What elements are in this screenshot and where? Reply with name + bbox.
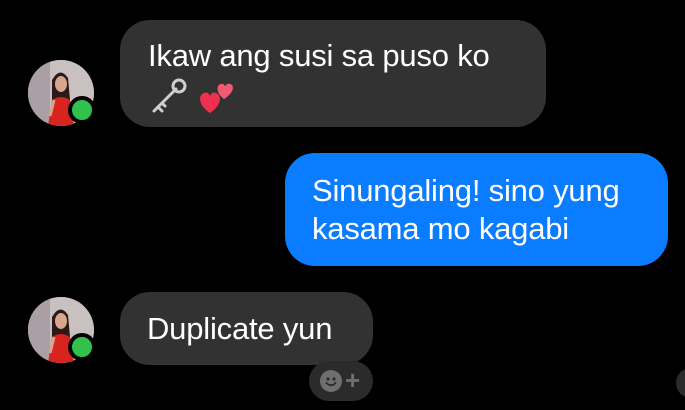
old-key-icon	[152, 78, 187, 113]
two-hearts-icon	[200, 83, 234, 113]
scroll-down-button[interactable]	[676, 368, 685, 398]
smiley-icon	[320, 370, 342, 392]
message-text: Ikaw ang susi sa puso ko	[148, 38, 490, 73]
message-text-line-1: Sinungaling! sino yung	[312, 173, 620, 208]
plus-icon: +	[345, 365, 361, 395]
received-message-bubble[interactable]: Duplicate yun	[120, 292, 373, 365]
message-text: Duplicate yun	[147, 311, 333, 346]
online-status-indicator	[68, 96, 96, 124]
sent-message-bubble[interactable]: Sinungaling! sino yung kasama mo kagabi	[285, 153, 668, 266]
online-status-indicator	[68, 333, 96, 361]
sender-avatar[interactable]	[28, 60, 96, 126]
sender-avatar[interactable]	[28, 297, 96, 363]
message-text-line-2: kasama mo kagabi	[312, 211, 569, 246]
message-emojis	[148, 77, 522, 117]
add-reaction-button[interactable]: +	[309, 361, 373, 401]
received-message-bubble[interactable]: Ikaw ang susi sa puso ko	[120, 20, 546, 127]
